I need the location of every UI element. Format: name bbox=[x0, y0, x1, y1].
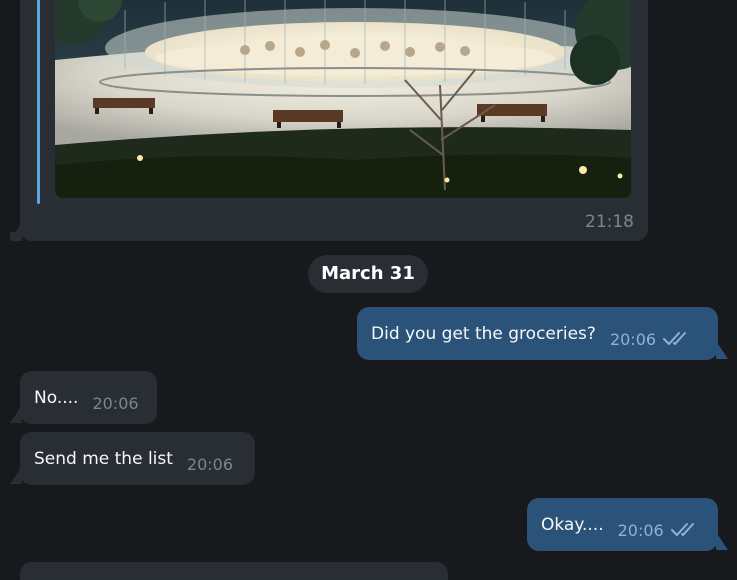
photo-attachment[interactable] bbox=[55, 0, 631, 198]
message-time: 20:06 bbox=[186, 455, 234, 474]
incoming-message-partial[interactable] bbox=[20, 562, 448, 580]
message-text: Send me the list bbox=[34, 448, 173, 469]
incoming-message[interactable]: No.... 20:06 bbox=[20, 371, 157, 424]
message-time: 20:06 bbox=[617, 521, 664, 540]
outgoing-message[interactable]: Did you get the groceries? 20:06 bbox=[357, 307, 718, 360]
incoming-message[interactable]: Send me the list 20:06 bbox=[20, 432, 255, 485]
message-time: 20:06 bbox=[92, 394, 139, 413]
chat-history[interactable]: 21:18 March 31 Did you get the groceries… bbox=[0, 0, 737, 580]
double-check-icon bbox=[662, 330, 690, 350]
quote-accent-bar bbox=[37, 0, 40, 204]
outgoing-message[interactable]: Okay.... 20:06 bbox=[527, 498, 718, 551]
message-text: Did you get the groceries? bbox=[371, 323, 596, 344]
double-check-icon bbox=[670, 521, 698, 541]
message-text: No.... bbox=[34, 387, 79, 408]
date-separator: March 31 bbox=[308, 255, 428, 293]
message-time: 20:06 bbox=[609, 330, 657, 349]
media-tail-cover bbox=[10, 232, 22, 241]
media-message-time: 21:18 bbox=[585, 212, 634, 232]
photo-image bbox=[55, 0, 631, 198]
message-text: Okay.... bbox=[541, 514, 604, 535]
